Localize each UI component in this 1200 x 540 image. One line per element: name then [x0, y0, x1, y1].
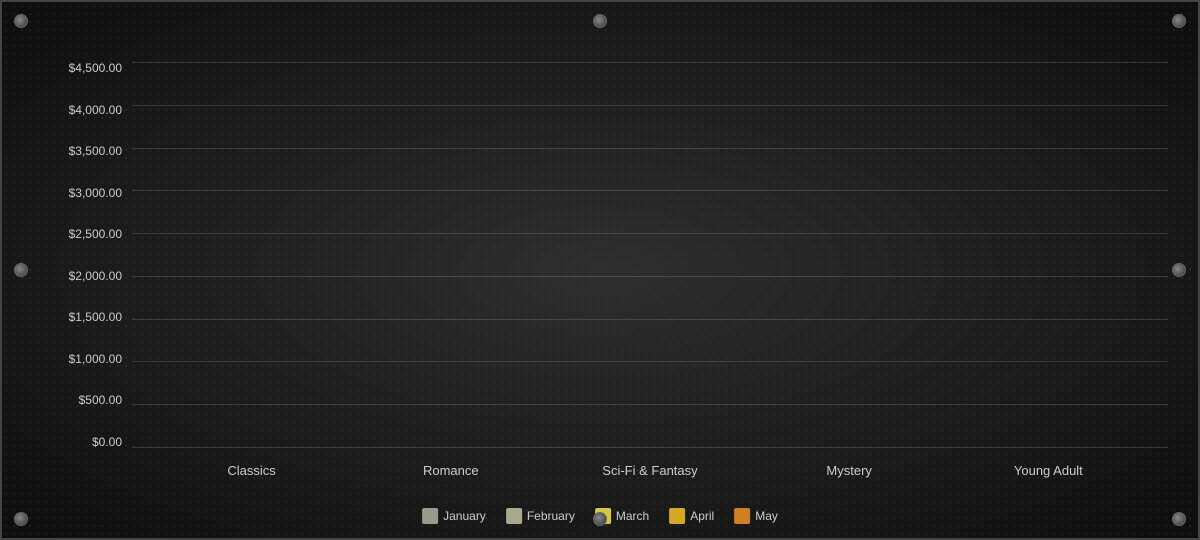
y-axis: $4,500.00 $4,000.00 $3,500.00 $3,000.00 $2,5… — [52, 62, 132, 448]
legend-color-january — [422, 508, 438, 524]
y-axis-label: $3,500.00 — [69, 145, 122, 157]
screw-ml — [14, 263, 28, 277]
x-axis-label: Classics — [187, 463, 317, 478]
y-axis-label: $500.00 — [79, 394, 122, 406]
x-axis-label: Young Adult — [983, 463, 1113, 478]
screw-br — [1172, 512, 1186, 526]
legend-color-may — [734, 508, 750, 524]
screw-tm — [593, 14, 607, 28]
legend-label: April — [690, 509, 714, 523]
y-axis-label: $3,000.00 — [69, 187, 122, 199]
legend-label: February — [527, 509, 575, 523]
screw-tl — [14, 14, 28, 28]
y-axis-label: $2,000.00 — [69, 270, 122, 282]
chart-container: $4,500.00 $4,000.00 $3,500.00 $3,000.00 $2,5… — [0, 0, 1200, 540]
y-axis-label: $1,000.00 — [69, 353, 122, 365]
x-axis-label: Romance — [386, 463, 516, 478]
x-axis-label: Mystery — [784, 463, 914, 478]
y-axis-label: $2,500.00 — [69, 228, 122, 240]
screw-bl — [14, 512, 28, 526]
legend-item-february: February — [506, 508, 575, 524]
legend-color-april — [669, 508, 685, 524]
legend-color-february — [506, 508, 522, 524]
y-axis-label: $0.00 — [92, 436, 122, 448]
legend-label: May — [755, 509, 778, 523]
legend-item-april: April — [669, 508, 714, 524]
screw-bm — [593, 512, 607, 526]
screw-mr — [1172, 263, 1186, 277]
screw-tr — [1172, 14, 1186, 28]
legend-label: January — [443, 509, 486, 523]
legend-item-january: January — [422, 508, 486, 524]
x-labels: Classics Romance Sci-Fi & Fantasy Mystery Yo… — [132, 463, 1168, 478]
x-axis-label: Sci-Fi & Fantasy — [585, 463, 715, 478]
legend-item-may: May — [734, 508, 778, 524]
chart-area: $4,500.00 $4,000.00 $3,500.00 $3,000.00 $2,5… — [52, 62, 1168, 448]
legend-label: March — [616, 509, 649, 523]
bars-area — [132, 62, 1168, 448]
y-axis-label: $4,000.00 — [69, 104, 122, 116]
y-axis-label: $4,500.00 — [69, 62, 122, 74]
chart-inner: ClassicsRomanceSci-Fi & FantasyMysteryYo… — [132, 62, 1168, 448]
y-axis-label: $1,500.00 — [69, 311, 122, 323]
